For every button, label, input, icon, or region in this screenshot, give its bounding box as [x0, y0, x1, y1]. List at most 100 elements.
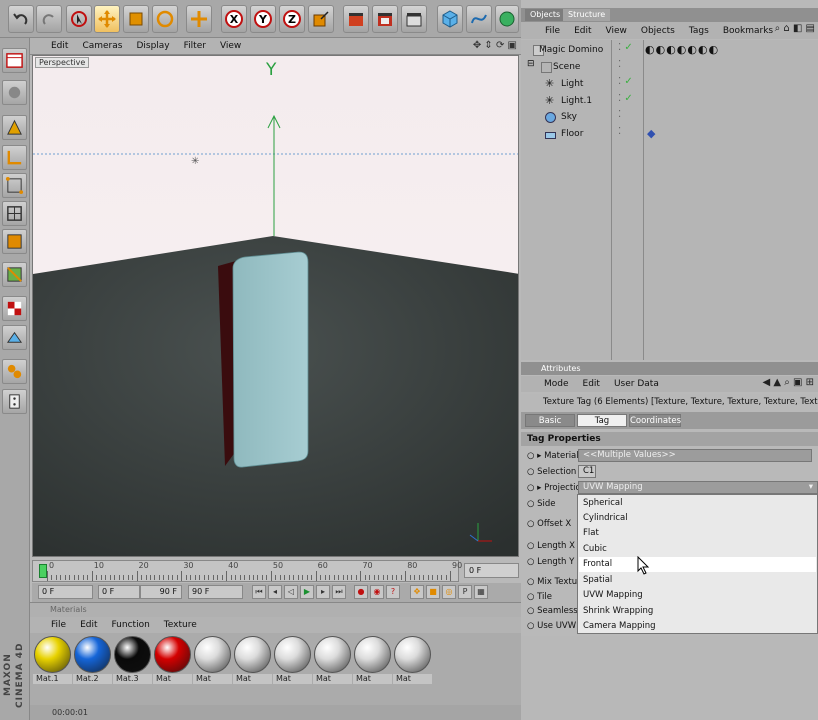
key-scale-button[interactable]: ■ — [426, 585, 440, 599]
dropdown-option-shrink-wrapping[interactable]: Shrink Wrapping — [583, 604, 653, 619]
object-row-light[interactable]: ✳ Light ⁚ ✓ — [521, 76, 818, 92]
end-frame-field[interactable]: 90 F — [188, 585, 243, 599]
goto-end-button[interactable]: ⏭ — [332, 585, 346, 599]
viewport-menu-view[interactable]: View — [213, 41, 248, 51]
preview-end-field[interactable]: 90 F — [140, 585, 182, 599]
attributes-menu-user-data[interactable]: User Data — [607, 379, 666, 389]
material-swatch[interactable]: Mat.2 — [73, 636, 112, 684]
material-swatch[interactable]: Mat — [273, 636, 312, 684]
next-key-button[interactable]: ▸ — [316, 585, 330, 599]
redo-button[interactable] — [36, 5, 62, 33]
start-frame-field[interactable]: 0 F — [38, 585, 93, 599]
y-axis-button[interactable]: Y — [250, 5, 276, 33]
polygons-mode-button[interactable] — [2, 229, 27, 254]
texture-mode-button[interactable] — [2, 262, 27, 287]
objects-menu-bookmarks[interactable]: Bookmarks — [716, 26, 780, 36]
move-tool-button[interactable] — [94, 5, 120, 33]
dropdown-option-flat[interactable]: Flat — [583, 526, 599, 541]
object-mode-button[interactable] — [2, 80, 27, 105]
object-row-light-1[interactable]: ✳ Light.1 ⁚ ✓ — [521, 93, 818, 109]
scale-tool-button[interactable] — [123, 5, 149, 33]
record-button[interactable]: ● — [354, 585, 368, 599]
materials-menu-edit[interactable]: Edit — [73, 620, 104, 630]
texture-axis-button[interactable] — [2, 296, 27, 321]
viewport-layout-button[interactable] — [2, 48, 27, 73]
cube-object-button[interactable] — [437, 5, 463, 33]
materials-menu-function[interactable]: Function — [105, 620, 157, 630]
tab-basic[interactable]: Basic — [525, 414, 575, 427]
viewport-menu-cameras[interactable]: Cameras — [75, 41, 129, 51]
material-swatch[interactable]: Mat — [393, 636, 432, 684]
goto-start-button[interactable]: ⏮ — [252, 585, 266, 599]
object-row-sky[interactable]: Sky ⁚ — [521, 109, 818, 125]
current-frame-field[interactable]: 0 F — [464, 563, 519, 578]
material-field[interactable]: <<Multiple Values>> — [578, 449, 812, 462]
rotate-tool-button[interactable] — [152, 5, 178, 33]
key-position-button[interactable]: ✥ — [410, 585, 424, 599]
visibility-dots[interactable]: ⁚ — [618, 109, 621, 120]
visibility-dots[interactable]: ⁚ ✓ — [618, 93, 633, 104]
tab-coordinates[interactable]: Coordinates — [629, 414, 681, 427]
play-backward-button[interactable]: ◁ — [284, 585, 298, 599]
points-mode-button[interactable] — [2, 173, 27, 198]
objects-menu-file[interactable]: File — [538, 26, 567, 36]
material-swatch[interactable]: Mat — [313, 636, 352, 684]
key-rotation-button[interactable]: ◎ — [442, 585, 456, 599]
visibility-dots[interactable]: ⁚ ✓ — [618, 42, 633, 53]
workplane-button[interactable] — [2, 325, 27, 350]
tab-objects[interactable]: Objects — [525, 9, 566, 21]
material-swatch[interactable]: Mat.1 — [33, 636, 72, 684]
material-swatch[interactable]: Mat — [353, 636, 392, 684]
render-settings-button[interactable] — [401, 5, 427, 33]
keyframe-selection-button[interactable]: ? — [386, 585, 400, 599]
render-picture-viewer-button[interactable] — [372, 5, 398, 33]
visibility-dots[interactable]: ⁚ — [618, 59, 621, 70]
preview-start-field[interactable]: 0 F — [98, 585, 140, 599]
autokey-button[interactable]: ◉ — [370, 585, 384, 599]
key-pla-button[interactable]: ▦ — [474, 585, 488, 599]
world-coords-button[interactable] — [186, 5, 212, 33]
nurbs-button[interactable] — [495, 5, 519, 33]
viewport-nav-icons[interactable]: ✥ ⇕ ⟳ ▣ — [473, 40, 517, 51]
selection-field[interactable]: C1 — [578, 465, 596, 478]
materials-menu-file[interactable]: File — [44, 620, 73, 630]
search-icon[interactable]: ⌕ ⌂ ◧ ▤ — [775, 23, 815, 34]
x-axis-button[interactable]: X — [221, 5, 247, 33]
perspective-viewport[interactable]: ✳ — [32, 55, 519, 557]
viewport-menu-edit[interactable]: Edit — [44, 41, 75, 51]
objects-menu-objects[interactable]: Objects — [634, 26, 682, 36]
material-swatch[interactable]: Mat — [193, 636, 232, 684]
object-row-scene[interactable]: ⊟ Scene ⁚ — [521, 59, 818, 75]
play-button[interactable]: ▶ — [300, 585, 314, 599]
viewport-menu-filter[interactable]: Filter — [177, 41, 213, 51]
attributes-menu-mode[interactable]: Mode — [537, 379, 576, 389]
tab-structure[interactable]: Structure — [563, 9, 611, 21]
coordinate-system-button[interactable] — [308, 5, 334, 33]
z-axis-button[interactable]: Z — [279, 5, 305, 33]
undo-button[interactable] — [8, 5, 34, 33]
dice-button[interactable] — [2, 389, 27, 414]
tab-tag[interactable]: Tag — [577, 414, 627, 427]
viewport-menu-display[interactable]: Display — [129, 41, 176, 51]
object-axis-button[interactable] — [2, 145, 27, 170]
dropdown-option-cylindrical[interactable]: Cylindrical — [583, 511, 628, 526]
texture-tags[interactable]: ◐◐◐◐◐◐◐ — [645, 43, 719, 56]
attributes-menu-edit[interactable]: Edit — [576, 379, 607, 389]
model-tool-button[interactable] — [2, 115, 27, 140]
key-param-button[interactable]: P — [458, 585, 472, 599]
dropdown-option-spherical[interactable]: Spherical — [583, 496, 623, 511]
spline-button[interactable] — [466, 5, 492, 33]
timeline-ruler[interactable]: 0 10 20 30 40 50 60 70 80 90 — [32, 560, 462, 582]
render-view-button[interactable] — [343, 5, 369, 33]
material-swatch[interactable]: Mat — [153, 636, 192, 684]
object-row-magic-domino[interactable]: Magic Domino ⁚ ✓ ◐◐◐◐◐◐◐ — [521, 42, 818, 58]
visibility-dots[interactable]: ⁚ — [618, 126, 621, 137]
dropdown-option-camera-mapping[interactable]: Camera Mapping — [583, 619, 656, 634]
texture-tag-icon[interactable]: ◆ — [647, 127, 655, 140]
dropdown-option-frontal[interactable]: Frontal — [583, 557, 612, 572]
dropdown-option-spatial[interactable]: Spatial — [583, 573, 612, 588]
objects-menu-edit[interactable]: Edit — [567, 26, 598, 36]
attributes-nav-icons[interactable]: ◀ ▲ ⌕ ▣ ⊞ — [762, 377, 814, 388]
dropdown-option-uvw-mapping[interactable]: UVW Mapping — [583, 588, 643, 603]
edges-mode-button[interactable] — [2, 201, 27, 226]
